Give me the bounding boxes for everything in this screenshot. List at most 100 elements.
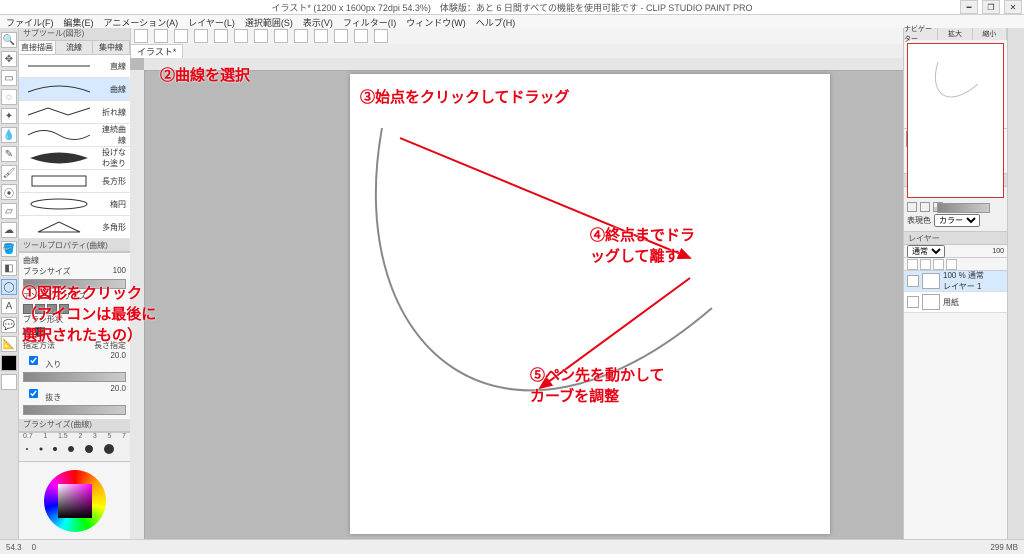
subtab-direct[interactable]: 直接描画 — [19, 41, 56, 55]
layer-lock-icon[interactable] — [907, 259, 918, 270]
tool-brush[interactable]: 🖌 — [1, 165, 17, 181]
layer-row-paper[interactable]: 用紙 — [904, 292, 1007, 313]
layer-ref-icon[interactable] — [933, 259, 944, 270]
menu-filter[interactable]: フィルター(I) — [343, 16, 396, 29]
cut-icon[interactable] — [254, 29, 268, 43]
prop-start-slider[interactable] — [23, 372, 126, 382]
prop-size-slider[interactable] — [23, 279, 126, 289]
tool-blend[interactable]: ☁ — [1, 222, 17, 238]
menu-help[interactable]: ヘルプ(H) — [476, 16, 516, 29]
subtool-spline[interactable]: 連続曲線 — [19, 124, 130, 147]
effect-tone-icon[interactable] — [920, 202, 930, 212]
navtab-zoomin[interactable]: 拡大 — [938, 28, 972, 40]
color-square[interactable] — [58, 484, 92, 518]
color-wheel[interactable] — [44, 470, 106, 532]
layer-draft-icon[interactable] — [946, 259, 957, 270]
layer-blend-select[interactable]: 通常 — [907, 245, 945, 258]
menu-file[interactable]: ファイル(F) — [6, 16, 54, 29]
menu-edit[interactable]: 編集(E) — [64, 16, 94, 29]
color-wheel-panel — [19, 461, 130, 540]
layer-visibility-icon[interactable] — [907, 296, 919, 308]
layer-visibility-icon[interactable] — [907, 275, 919, 287]
subtool-ellipse[interactable]: 楕円 — [19, 193, 130, 216]
tool-eraser[interactable]: ▱ — [1, 203, 17, 219]
tool-figure[interactable]: ◯ — [1, 279, 17, 295]
effect-border-icon[interactable] — [907, 202, 917, 212]
zoom-icon[interactable] — [314, 29, 328, 43]
subtool-polygon[interactable]: 多角形 — [19, 216, 130, 239]
canvas[interactable] — [350, 74, 830, 534]
tool-eyedropper[interactable]: 💧 — [1, 127, 17, 143]
new-icon[interactable] — [134, 29, 148, 43]
tool-move[interactable]: ✥ — [1, 51, 17, 67]
brushsize-panel[interactable]: 0.7 1 1.5 2 3 5 7 — [19, 432, 130, 461]
subtool-rect[interactable]: 長方形 — [19, 170, 130, 193]
subtab-stream[interactable]: 流線 — [56, 41, 93, 55]
menu-view[interactable]: 表示(V) — [303, 16, 333, 29]
color-fg[interactable] — [1, 355, 17, 371]
prop-size-value[interactable]: 100 — [113, 266, 126, 277]
subtool-polyline[interactable]: 折れ線 — [19, 101, 130, 124]
menu-layer[interactable]: レイヤー(L) — [188, 16, 235, 29]
subtool-line[interactable]: 直線 — [19, 55, 130, 78]
prop-start-value[interactable]: 20.0 — [110, 351, 126, 370]
subtab-focus[interactable]: 集中線 — [93, 41, 130, 55]
navtab-navigator[interactable]: ナビゲーター — [904, 28, 938, 40]
subtool-column: サブツール(図形) 直接描画 流線 集中線 直線 曲線 折れ線 連続曲線 投げな… — [19, 28, 130, 540]
flip-icon[interactable] — [354, 29, 368, 43]
tool-pen[interactable]: ✎ — [1, 146, 17, 162]
tool-airbrush[interactable]: ⦿ — [1, 184, 17, 200]
subtool-curve[interactable]: 曲線 — [19, 78, 130, 101]
prop-start-check[interactable]: 入り — [23, 351, 61, 370]
menu-animation[interactable]: アニメーション(A) — [104, 16, 179, 29]
navigator-view[interactable] — [907, 43, 1004, 198]
delete-icon[interactable] — [234, 29, 248, 43]
titlebar: イラスト* (1200 x 1600px 72dpi 54.3%) 体験版：あと… — [0, 0, 1024, 15]
tool-lasso[interactable]: ◌ — [1, 89, 17, 105]
layers-panel: レイヤー 通常 100 100 % 通常 レイヤー 1 — [904, 232, 1007, 540]
canvas-area[interactable] — [130, 58, 904, 540]
tool-magnifier[interactable]: 🔍 — [1, 32, 17, 48]
save-icon[interactable] — [174, 29, 188, 43]
nav-zoom-slider[interactable] — [937, 203, 990, 213]
open-icon[interactable] — [154, 29, 168, 43]
layer-row-1[interactable]: 100 % 通常 レイヤー 1 — [904, 271, 1007, 292]
tab-illust[interactable]: イラスト* — [130, 44, 183, 59]
prop-brushshape[interactable] — [23, 327, 126, 337]
minimize-button[interactable]: ━ — [960, 0, 978, 14]
prop-end-check[interactable]: 抜き — [23, 384, 61, 403]
menu-selection[interactable]: 選択範囲(S) — [245, 16, 293, 29]
document-title: イラスト* (1200 x 1600px 72dpi 54.3%) 体験版：あと… — [272, 1, 753, 14]
layer-clip-icon[interactable] — [920, 259, 931, 270]
subtool-lassofill[interactable]: 投げなわ塗り — [19, 147, 130, 170]
rotate-icon[interactable] — [334, 29, 348, 43]
prop-end-slider[interactable] — [23, 405, 126, 415]
right-tool-strip — [1007, 28, 1024, 540]
navigator-panel: ナビゲーター 拡大 縮小 54.3 — [904, 28, 1007, 129]
tool-fill[interactable]: 🪣 — [1, 241, 17, 257]
maximize-button[interactable]: ❐ — [982, 0, 1000, 14]
subtool-header: サブツール(図形) — [19, 28, 130, 41]
tool-balloon[interactable]: 💬 — [1, 317, 17, 333]
close-button[interactable]: ✕ — [1004, 0, 1022, 14]
tool-ruler[interactable]: 📐 — [1, 336, 17, 352]
layers-header: レイヤー — [904, 232, 1007, 245]
tool-text[interactable]: A — [1, 298, 17, 314]
tool-marquee[interactable]: ▭ — [1, 70, 17, 86]
pref-icon[interactable] — [374, 29, 388, 43]
prop-aa-options[interactable] — [23, 304, 126, 314]
prop-end-value[interactable]: 20.0 — [110, 384, 126, 403]
color-bg[interactable] — [1, 374, 17, 390]
lprop-colormode-select[interactable]: カラー — [934, 214, 980, 227]
tool-gradient[interactable]: ◧ — [1, 260, 17, 276]
left-column: 🔍 ✥ ▭ ◌ ✦ 💧 ✎ 🖌 ⦿ ▱ ☁ 🪣 ◧ ◯ A 💬 📐 サブツール(… — [0, 28, 131, 540]
layer-opacity-value[interactable]: 100 — [992, 248, 1004, 255]
paste-icon[interactable] — [294, 29, 308, 43]
redo-icon[interactable] — [214, 29, 228, 43]
undo-icon[interactable] — [194, 29, 208, 43]
layer-name: 用紙 — [943, 297, 959, 308]
copy-icon[interactable] — [274, 29, 288, 43]
menu-window[interactable]: ウィンドウ(W) — [406, 16, 466, 29]
tool-wand[interactable]: ✦ — [1, 108, 17, 124]
navtab-zoomout[interactable]: 縮小 — [973, 28, 1007, 40]
